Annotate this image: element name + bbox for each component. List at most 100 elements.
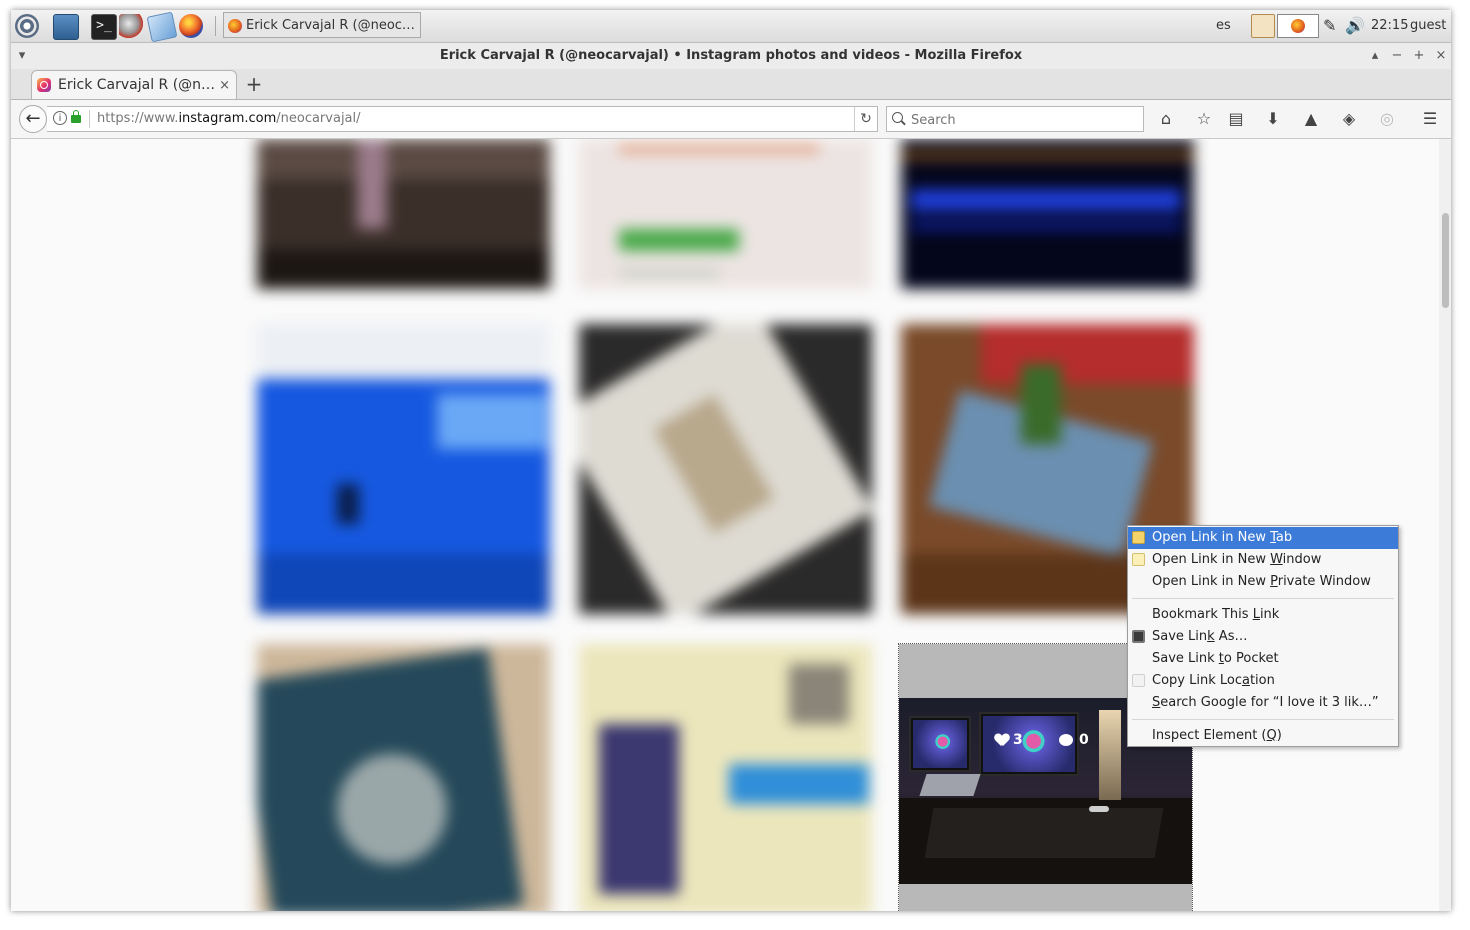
- user-name[interactable]: guest: [1410, 10, 1446, 42]
- menu-accesskey: k: [1207, 629, 1215, 644]
- clock[interactable]: 22:15: [1371, 10, 1408, 42]
- navigation-toolbar: ← i https://www.instagram.com/neocarvaja…: [11, 100, 1451, 139]
- copy-icon: [1132, 674, 1145, 687]
- window-titlebar: ▾ Erick Carvajal R (@neocarvajal) • Inst…: [11, 43, 1451, 69]
- scrollbar-thumb[interactable]: [1442, 213, 1449, 308]
- menu-label: ab: [1275, 530, 1293, 545]
- post-thumbnail[interactable]: [257, 324, 550, 614]
- firefox-icon: [228, 19, 242, 33]
- url-path: /neocarvajal/: [276, 111, 361, 126]
- menu-label: Open Link in New: [1152, 552, 1271, 567]
- menu-item-bookmark-link[interactable]: Bookmark This Link: [1128, 604, 1398, 626]
- post-thumbnail[interactable]: [901, 139, 1194, 289]
- menu-label: Save Lin: [1152, 629, 1208, 644]
- new-tab-button[interactable]: +: [243, 69, 265, 99]
- laptop: [919, 774, 981, 796]
- tab-instagram-profile[interactable]: Erick Carvajal R (@n… ×: [31, 70, 237, 99]
- likes-count: 3: [995, 732, 1023, 748]
- menu-separator: [1132, 598, 1394, 599]
- menu-label: Inspect Element (: [1152, 728, 1267, 743]
- monitor-left: [909, 716, 971, 772]
- likes-value: 3: [1013, 732, 1023, 748]
- search-bar[interactable]: [886, 106, 1144, 132]
- menu-label: ): [1276, 728, 1282, 743]
- network-icon[interactable]: ✎: [1323, 10, 1336, 42]
- desk-mat: [924, 808, 1164, 858]
- hamburger-menu-icon[interactable]: ☰: [1419, 109, 1441, 129]
- menu-accesskey: Q: [1266, 728, 1277, 743]
- menu-item-search-google[interactable]: Search Google for “I love it 3 lik…”: [1128, 692, 1398, 714]
- heart-icon: [995, 734, 1009, 746]
- menu-accesskey: a: [1241, 673, 1250, 688]
- window-close-button[interactable]: ×: [1432, 43, 1450, 69]
- bookmark-star-icon[interactable]: ☆: [1193, 109, 1215, 129]
- taskbar-task-title: Erick Carvajal R (@neoc…: [246, 18, 415, 33]
- menu-label: Copy Link Loc: [1152, 673, 1242, 688]
- app-menu-icon[interactable]: [15, 14, 39, 38]
- search-input[interactable]: [909, 109, 1138, 131]
- window-maximize-button[interactable]: +: [1410, 43, 1428, 69]
- system-taskbar: >_ Erick Carvajal R (@neoc… es ✎ 🔊 22:15…: [11, 10, 1451, 43]
- post-thumbnail[interactable]: [579, 139, 872, 289]
- menu-item-open-new-window[interactable]: Open Link in New Window: [1128, 549, 1398, 571]
- taskbar-separator: [215, 16, 216, 36]
- comments-count: 0: [1059, 732, 1089, 748]
- menu-label: Open Link in New: [1152, 574, 1271, 589]
- tab-close-button[interactable]: ×: [219, 71, 230, 100]
- bookmarks-menu-icon[interactable]: ▤: [1225, 109, 1247, 129]
- firefox-window: >_ Erick Carvajal R (@neoc… es ✎ 🔊 22:15…: [11, 10, 1451, 911]
- synced-tabs-icon[interactable]: ▲: [1300, 109, 1322, 129]
- secure-lock-icon[interactable]: [71, 110, 81, 123]
- back-button[interactable]: ←: [19, 105, 47, 133]
- keyboard-layout[interactable]: es: [1216, 10, 1231, 42]
- site-info-icon[interactable]: i: [53, 111, 67, 125]
- downloads-icon[interactable]: ⬇: [1262, 109, 1284, 129]
- menu-accesskey: W: [1270, 552, 1283, 567]
- settings-tools-icon[interactable]: [119, 14, 143, 38]
- taskbar-firefox-task[interactable]: Erick Carvajal R (@neoc…: [223, 12, 421, 38]
- post-thumbnail[interactable]: [579, 324, 872, 614]
- context-menu: Open Link in New Tab Open Link in New Wi…: [1127, 525, 1399, 747]
- screenshot-icon[interactable]: ◎: [1376, 109, 1398, 129]
- post-thumbnail[interactable]: [257, 139, 550, 289]
- menu-item-copy-link-location[interactable]: Copy Link Location: [1128, 670, 1398, 692]
- menu-label: earch Google for “I love it 3 lik…”: [1160, 695, 1379, 710]
- post-thumbnail[interactable]: [257, 644, 550, 911]
- url-text[interactable]: https://www.instagram.com/neocarvajal/: [97, 107, 361, 131]
- volume-icon[interactable]: 🔊: [1345, 10, 1365, 42]
- firefox-launcher-icon[interactable]: [179, 14, 203, 38]
- menu-separator: [1132, 719, 1394, 720]
- window-minimize-button[interactable]: −: [1388, 43, 1406, 69]
- keyboard: [1089, 806, 1109, 812]
- desk-lamp: [1099, 710, 1121, 800]
- menu-label: Save Link: [1152, 651, 1219, 666]
- comments-value: 0: [1079, 732, 1089, 748]
- menu-accesskey: P: [1270, 574, 1278, 589]
- vertical-scrollbar[interactable]: [1439, 139, 1451, 911]
- clipboard-icon[interactable]: [1251, 14, 1275, 38]
- files-icon[interactable]: [146, 11, 178, 43]
- desktop-icon[interactable]: [53, 14, 79, 40]
- menu-item-open-private-window[interactable]: Open Link in New Private Window: [1128, 571, 1398, 593]
- window-shade-button[interactable]: ▴: [1366, 43, 1384, 69]
- menu-item-open-new-tab[interactable]: Open Link in New Tab: [1128, 527, 1398, 549]
- reload-icon[interactable]: ↻: [854, 107, 877, 131]
- post-thumbnail[interactable]: [579, 644, 872, 911]
- new-tab-icon: [1132, 531, 1145, 544]
- firefox-tray-icon[interactable]: [1277, 14, 1319, 38]
- save-icon: [1132, 630, 1145, 643]
- tab-strip: Erick Carvajal R (@n… × +: [11, 69, 1451, 100]
- search-icon: [892, 112, 903, 123]
- menu-label: As…: [1214, 629, 1248, 644]
- menu-label: Bookmark This: [1152, 607, 1253, 622]
- menu-item-save-to-pocket[interactable]: Save Link to Pocket: [1128, 648, 1398, 670]
- home-icon[interactable]: ⌂: [1155, 109, 1177, 129]
- terminal-icon[interactable]: >_: [91, 14, 117, 40]
- url-domain: instagram.com: [178, 111, 277, 126]
- menu-item-inspect-element[interactable]: Inspect Element (Q): [1128, 725, 1398, 747]
- pocket-icon[interactable]: ◈: [1338, 109, 1360, 129]
- url-bar[interactable]: i https://www.instagram.com/neocarvajal/…: [47, 106, 878, 132]
- window-menu-chevron-icon[interactable]: ▾: [13, 43, 31, 69]
- menu-label: rivate Window: [1277, 574, 1371, 589]
- menu-item-save-link-as[interactable]: Save Link As…: [1128, 626, 1398, 648]
